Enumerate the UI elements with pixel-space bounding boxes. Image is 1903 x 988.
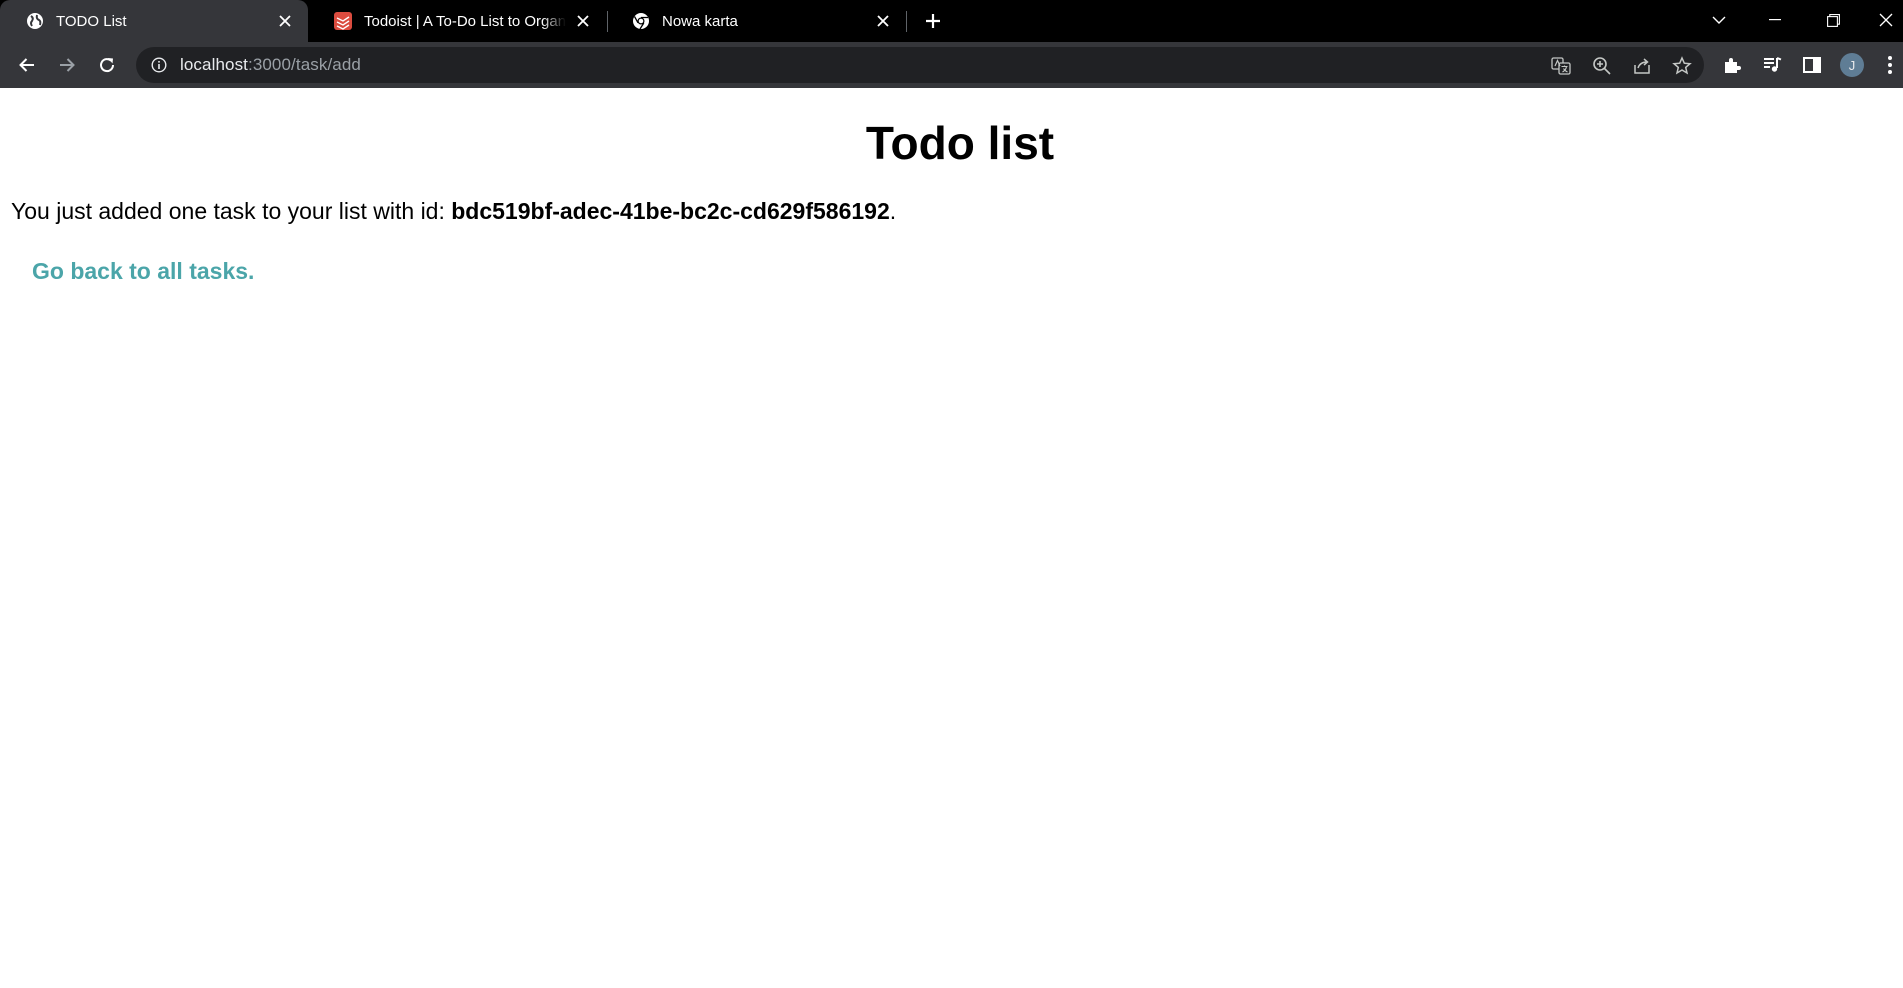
site-info-icon[interactable] xyxy=(150,56,168,74)
message-prefix: You just added one task to your list wit… xyxy=(11,198,452,224)
tab-todo-list[interactable]: TODO List xyxy=(0,0,308,42)
media-controls-icon[interactable] xyxy=(1756,49,1788,81)
side-panel-icon[interactable] xyxy=(1796,49,1828,81)
more-menu-icon[interactable] xyxy=(1876,49,1903,81)
url-host: localhost xyxy=(180,55,248,74)
tab-todoist[interactable]: Todoist | A To-Do List to Organize Your … xyxy=(308,0,606,42)
tab-nowa-karta[interactable]: Nowa karta xyxy=(606,0,906,42)
close-tab-icon[interactable] xyxy=(572,10,594,32)
share-icon[interactable] xyxy=(1630,54,1654,78)
zoom-icon[interactable] xyxy=(1590,54,1614,78)
page-title: Todo list xyxy=(865,117,1055,169)
tab-search-button[interactable] xyxy=(1696,0,1742,40)
minimize-button[interactable] xyxy=(1752,0,1798,40)
message-suffix: . xyxy=(889,198,897,224)
bookmark-star-icon[interactable] xyxy=(1670,54,1694,78)
tab-title: TODO List xyxy=(56,12,127,30)
confirmation-message: You just added one task to your list wit… xyxy=(11,198,896,225)
forward-button[interactable] xyxy=(51,49,83,81)
back-button[interactable] xyxy=(11,49,43,81)
avatar: J xyxy=(1840,53,1864,77)
todoist-icon xyxy=(334,12,352,30)
close-window-button[interactable] xyxy=(1868,0,1903,40)
url-text: localhost:3000/task/add xyxy=(180,55,361,75)
profile-avatar[interactable]: J xyxy=(1836,49,1868,81)
browser-toolbar: localhost:3000/task/add J xyxy=(0,42,1903,88)
tab-separator xyxy=(906,11,907,32)
reload-button[interactable] xyxy=(91,49,123,81)
address-bar[interactable]: localhost:3000/task/add xyxy=(136,47,1704,83)
close-tab-icon[interactable] xyxy=(274,10,296,32)
globe-icon xyxy=(26,12,44,30)
close-tab-icon[interactable] xyxy=(872,10,894,32)
restore-button[interactable] xyxy=(1810,0,1856,40)
back-to-tasks-link[interactable]: Go back to all tasks. xyxy=(32,258,254,285)
tab-strip: TODO List Todoist | A To-Do List to Orga… xyxy=(0,0,1903,42)
url-path: :3000/task/add xyxy=(248,55,361,74)
new-tab-button[interactable] xyxy=(917,6,949,36)
task-id: bdc519bf-adec-41be-bc2c-cd629f586192 xyxy=(451,198,890,224)
translate-icon[interactable] xyxy=(1549,54,1573,78)
extensions-icon[interactable] xyxy=(1716,49,1748,81)
page-content: Todo list You just added one task to you… xyxy=(0,88,1903,988)
chrome-icon xyxy=(632,12,650,30)
tab-title: Nowa karta xyxy=(662,12,738,30)
tab-title: Todoist | A To-Do List to Organize Your … xyxy=(364,12,566,30)
